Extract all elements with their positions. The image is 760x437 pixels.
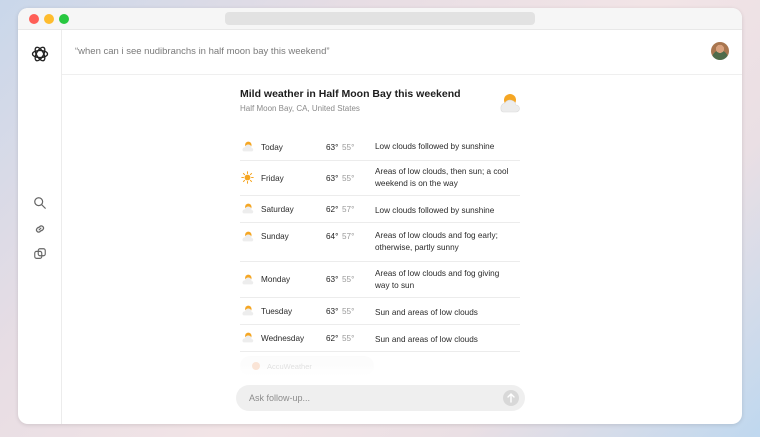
forecast-description: Sun and areas of low clouds: [375, 335, 478, 344]
url-bar[interactable]: [225, 12, 535, 25]
weather-header: Mild weather in Half Moon Bay this weeke…: [240, 88, 520, 113]
forecast-description: Sun and areas of low clouds: [375, 308, 478, 317]
forecast-day: Wednesday: [261, 334, 305, 343]
followup-input[interactable]: Ask follow-up...: [236, 385, 525, 411]
forecast-day: Saturday: [261, 205, 294, 214]
forecast-high: 64°: [326, 232, 339, 241]
forecast-low: 55°: [342, 275, 355, 284]
partly-cloudy-icon: [242, 231, 254, 242]
openai-logo-icon[interactable]: [30, 44, 50, 64]
minimize-window-button[interactable]: [44, 14, 54, 24]
maximize-window-button[interactable]: [59, 14, 69, 24]
forecast-high: 62°: [326, 205, 339, 214]
title-bar: [18, 8, 742, 30]
forecast-row[interactable]: Wednesday 62° 55° Sun and areas of low c…: [240, 325, 520, 352]
forecast-list: Today 63° 55° Low clouds followed by sun…: [240, 135, 520, 352]
forecast-day: Tuesday: [261, 307, 293, 316]
forecast-low: 55°: [342, 143, 355, 152]
sidebar: [18, 30, 62, 424]
forecast-day: Friday: [261, 174, 284, 183]
forecast-low: 57°: [342, 205, 355, 214]
forecast-day: Sunday: [261, 232, 289, 241]
forecast-high: 63°: [326, 307, 339, 316]
forecast-description: Low clouds followed by sunshine: [375, 142, 495, 151]
forecast-row[interactable]: Tuesday 63° 55° Sun and areas of low clo…: [240, 298, 520, 325]
page-title: Mild weather in Half Moon Bay this weeke…: [240, 88, 461, 100]
location-text: Half Moon Bay, CA, United States: [240, 104, 360, 113]
forecast-description: Areas of low clouds, then sun; a cool we…: [375, 167, 509, 188]
partly-cloudy-icon: [500, 94, 520, 113]
forecast-row[interactable]: Sunday 64° 57° Areas of low clouds and f…: [240, 223, 520, 262]
forecast-high: 63°: [326, 143, 339, 152]
query-bar: “when can i see nudibranchs in half moon…: [62, 30, 742, 75]
forecast-low: 55°: [342, 334, 355, 343]
forecast-day: Monday: [261, 275, 291, 284]
forecast-row[interactable]: Saturday 62° 57° Low clouds followed by …: [240, 196, 520, 223]
forecast-low: 55°: [342, 174, 355, 183]
app-window: “when can i see nudibranchs in half moon…: [18, 8, 742, 424]
forecast-high: 63°: [326, 174, 339, 183]
send-button[interactable]: [503, 390, 519, 406]
sun-icon: [241, 171, 254, 184]
close-window-button[interactable]: [29, 14, 39, 24]
source-icon: [252, 362, 260, 370]
source-label: AccuWeather: [267, 362, 312, 371]
forecast-low: 57°: [342, 232, 355, 241]
search-icon[interactable]: [33, 196, 47, 210]
forecast-description: Low clouds followed by sunshine: [375, 206, 495, 215]
forecast-high: 63°: [326, 275, 339, 284]
forecast-day: Today: [261, 143, 283, 152]
partly-cloudy-icon: [242, 305, 254, 316]
library-icon[interactable]: [33, 247, 47, 261]
query-text: “when can i see nudibranchs in half moon…: [75, 46, 330, 57]
link-icon[interactable]: [33, 222, 47, 236]
partly-cloudy-icon: [242, 141, 254, 152]
partly-cloudy-icon: [242, 332, 254, 343]
avatar[interactable]: [711, 42, 729, 60]
forecast-description: Areas of low clouds and fog giving way t…: [375, 269, 500, 290]
forecast-row[interactable]: Friday 63° 55° Areas of low clouds, then…: [240, 161, 520, 196]
forecast-high: 62°: [326, 334, 339, 343]
forecast-row[interactable]: Today 63° 55° Low clouds followed by sun…: [240, 135, 520, 161]
forecast-low: 55°: [342, 307, 355, 316]
followup-placeholder: Ask follow-up...: [249, 393, 311, 403]
forecast-row[interactable]: Monday 63° 55° Areas of low clouds and f…: [240, 262, 520, 298]
partly-cloudy-icon: [242, 274, 254, 285]
source-chip[interactable]: AccuWeather: [240, 356, 374, 376]
forecast-description: Areas of low clouds and fog early; other…: [375, 231, 498, 252]
partly-cloudy-icon: [242, 203, 254, 214]
arrow-up-icon: [507, 393, 515, 403]
